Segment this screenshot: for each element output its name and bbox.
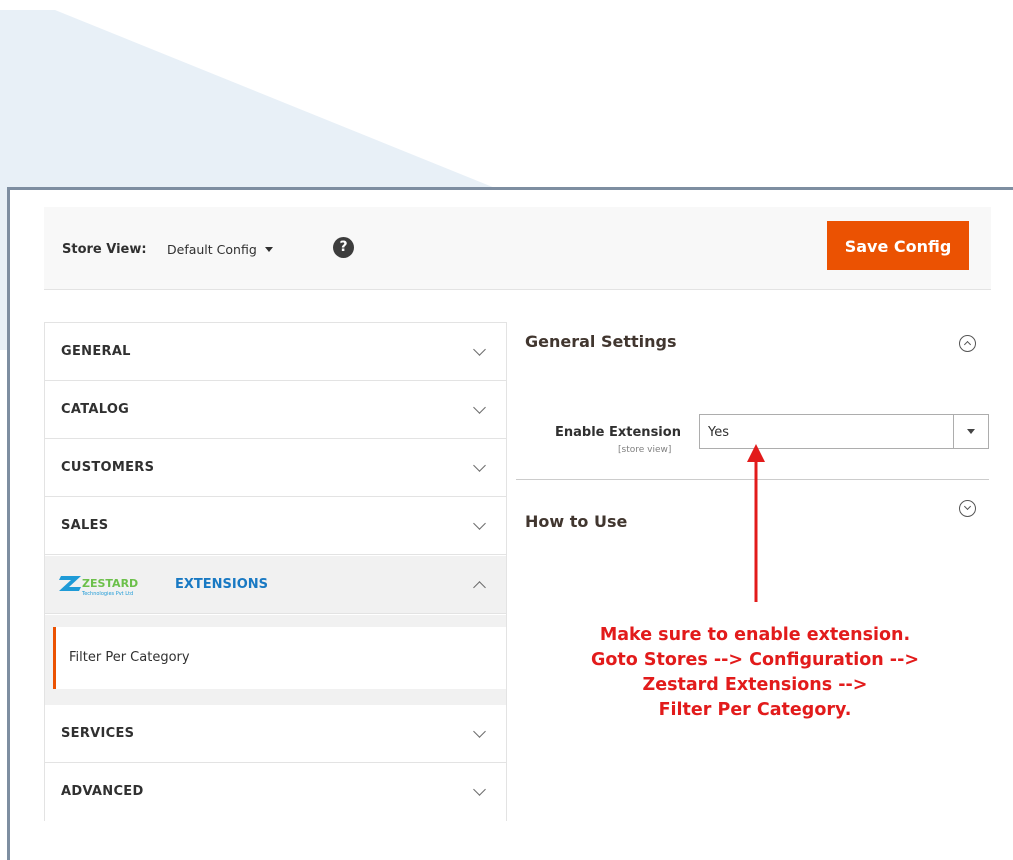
scope-label: [store view] [618,445,672,455]
store-view-label: Store View: [62,242,147,257]
logo-text: ZESTARD [82,577,138,590]
sidebar-item-services[interactable]: SERVICES [45,705,506,763]
caret-down-icon [264,247,273,252]
annotation-line: Goto Stores --> Configuration --> [591,650,919,670]
question-circle-icon[interactable]: ? [333,237,354,258]
sidebar-item-label: SALES [61,518,109,533]
sidebar-item-label: EXTENSIONS [175,577,269,592]
annotation-text: Make sure to enable extension. Goto Stor… [515,623,995,723]
collapse-circle-icon[interactable] [959,335,976,352]
sidebar-item-customers[interactable]: CUSTOMERS [45,439,506,497]
dropdown-arrow-icon[interactable] [953,415,988,448]
sidebar-item-label: SERVICES [61,726,135,741]
chevron-up-icon [473,581,486,594]
sidebar-item-advanced[interactable]: ADVANCED [45,763,506,821]
annotation-arrow-icon [747,444,765,602]
annotation-line: Zestard Extensions --> [642,675,868,695]
select-value: Yes [708,425,729,440]
annotation-line: Make sure to enable extension. [599,625,911,645]
zestard-logo: ZESTARD Technologies Pvt Ltd [59,576,138,597]
enable-extension-label: Enable Extension [555,425,681,440]
sidebar-item-label: ADVANCED [61,784,144,799]
chevron-down-icon [473,343,486,356]
sidebar-item-sales[interactable]: SALES [45,497,506,555]
logo-subtext: Technologies Pvt Ltd [81,591,133,597]
sidebar-item-label: GENERAL [61,344,131,359]
store-view-value: Default Config [167,242,257,257]
sidebar-item-catalog[interactable]: CATALOG [45,381,506,439]
section-title-how-to-use[interactable]: How to Use [525,512,627,531]
sidebar-item-extensions[interactable]: ZESTARD Technologies Pvt Ltd EXTENSIONS [45,556,506,614]
sidebar-subitem-filter-per-category[interactable]: Filter Per Category [53,627,506,689]
sidebar-subitem-label: Filter Per Category [69,650,190,665]
sidebar-item-label: CATALOG [61,402,130,417]
chevron-down-icon [473,401,486,414]
config-sidebar: GENERAL CATALOG CUSTOMERS SALES ZESTARD … [44,322,507,821]
chevron-down-icon [473,517,486,530]
sidebar-item-general[interactable]: GENERAL [45,323,506,381]
save-config-button[interactable]: Save Config [827,221,969,270]
expand-circle-icon[interactable] [959,500,976,517]
chevron-down-icon [473,725,486,738]
store-view-switcher[interactable]: Default Config [167,242,273,257]
store-view-toolbar: Store View: Default Config ? Save Config [44,207,991,290]
section-title-general-settings[interactable]: General Settings [525,332,677,351]
annotation-line: Filter Per Category. [658,700,852,720]
chevron-down-icon [473,459,486,472]
chevron-down-icon [473,783,486,796]
sidebar-item-label: CUSTOMERS [61,460,155,475]
